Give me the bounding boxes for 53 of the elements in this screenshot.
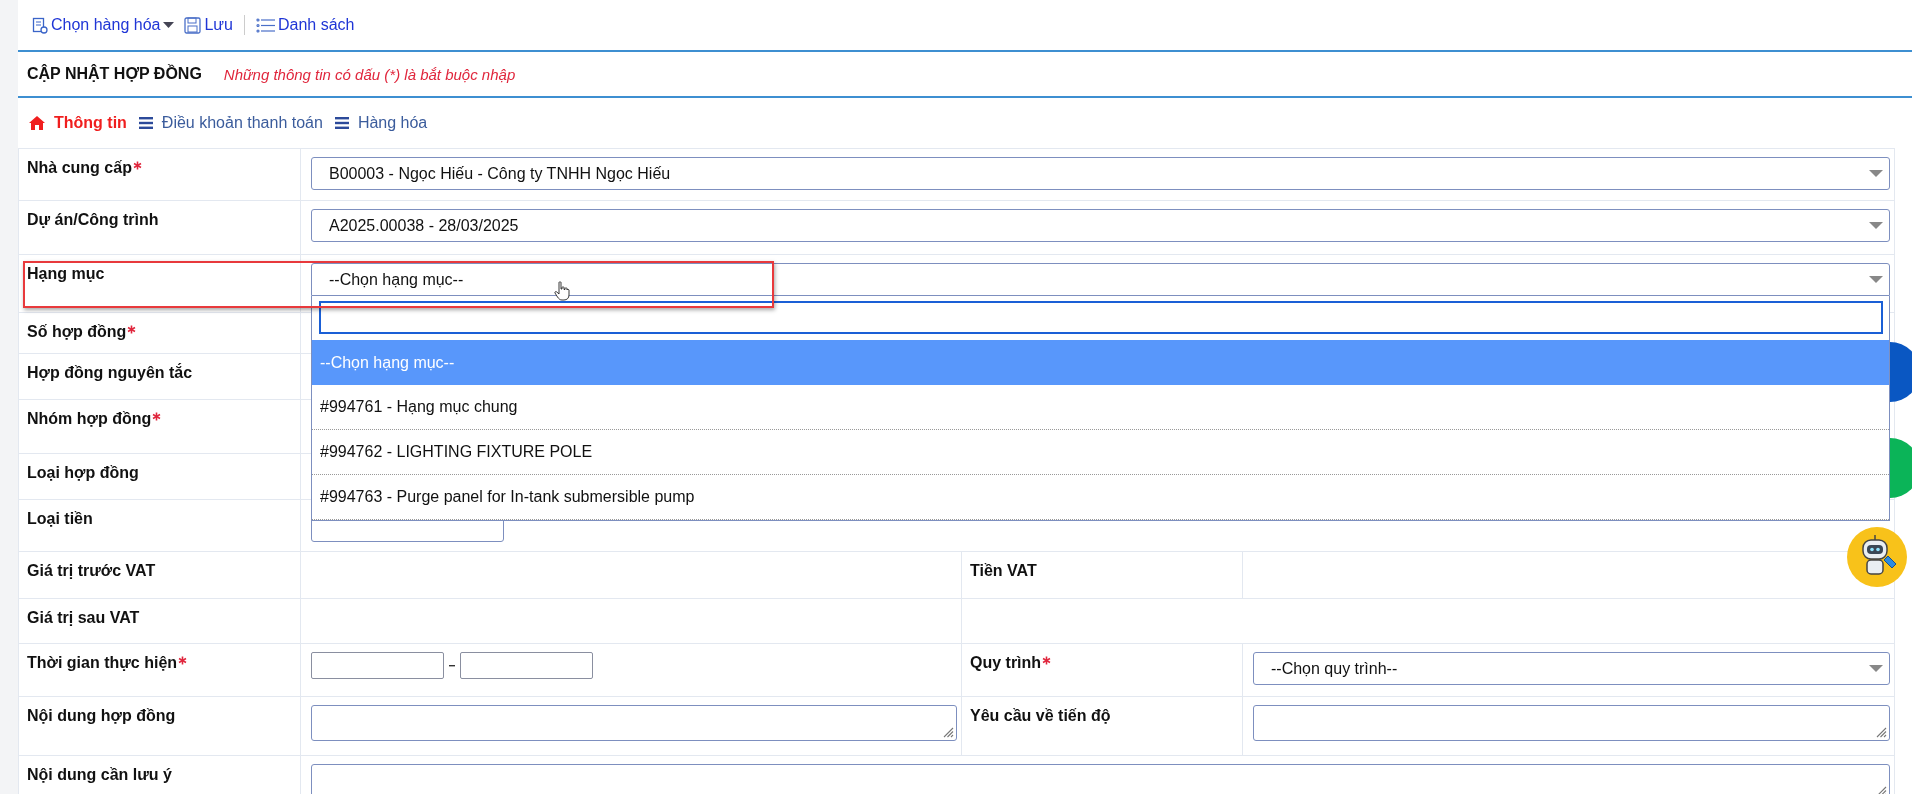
caret-icon <box>1869 169 1883 178</box>
field-label: Nhóm hợp đồng <box>27 410 152 428</box>
dropdown-option[interactable]: #994761 - Hạng mục chung <box>312 385 1889 430</box>
field-label: Loại tiền <box>27 510 93 528</box>
menu-dropdown[interactable]: Chọn hàng hóa <box>27 14 180 36</box>
tab[interactable]: Thông tin <box>23 114 133 132</box>
home-icon <box>29 116 45 130</box>
caret-icon <box>163 21 175 29</box>
save-button[interactable]: Lưu <box>179 14 238 36</box>
required-note: Những thông tin có dấu (*) là bắt buộc nhập <box>223 65 516 83</box>
caret-icon <box>1869 664 1883 673</box>
tab[interactable]: Điều khoản thanh toán <box>132 114 329 132</box>
menu-icon <box>334 117 349 129</box>
field-label: Nội dung cần lưu ý <box>27 766 172 784</box>
field-label: Giá trị trước VAT <box>27 562 156 580</box>
field-label: Quy trình <box>970 654 1042 672</box>
resize-grip-icon <box>1876 727 1887 738</box>
menu-icon <box>138 117 153 129</box>
field-label: Hạng mục <box>27 265 105 283</box>
text-area[interactable] <box>1253 705 1890 741</box>
date-field[interactable] <box>311 652 444 679</box>
caret-icon <box>1869 275 1883 284</box>
tab[interactable]: Hàng hóa <box>328 114 434 132</box>
text-area[interactable] <box>311 764 1890 794</box>
dropdown-option[interactable]: #994763 - Purge panel for In-tank submersible pump <box>312 475 1889 520</box>
list-icon <box>255 17 275 33</box>
text-area[interactable] <box>311 705 957 741</box>
field-label: Yêu cầu về tiến độ <box>970 707 1111 725</box>
select-field[interactable]: --Chọn quy trình-- <box>1253 652 1890 685</box>
field-label: Nội dung hợp đồng <box>27 707 176 725</box>
resize-grip-icon <box>943 727 954 738</box>
save-icon <box>184 16 202 34</box>
field-label: Nhà cung cấp <box>27 159 132 177</box>
form-title: CẬP NHẬT HỢP ĐỒNG <box>27 65 202 83</box>
document-gear-icon <box>32 16 48 34</box>
caret-icon <box>1869 221 1883 230</box>
field-label: Thời gian thực hiện <box>27 654 178 672</box>
select-field[interactable]: A2025.00038 - 28/03/2025 <box>311 209 1890 242</box>
field-label: Dự án/Công trình <box>27 211 159 229</box>
dropdown-option[interactable]: #994762 - LIGHTING FIXTURE POLE <box>312 430 1889 475</box>
select-field[interactable]: --Chọn hạng mục-- <box>311 263 1890 296</box>
field-label: Hợp đồng nguyên tắc <box>27 364 193 382</box>
field-label: Loại hợp đồng <box>27 464 139 482</box>
list-button[interactable]: Danh sách <box>250 14 360 36</box>
robot-assistant-icon[interactable] <box>1846 526 1908 588</box>
select-field[interactable]: B00003 - Ngọc Hiếu - Công ty TNHH Ngọc Hiếu <box>311 157 1890 190</box>
field-label: Số hợp đồng <box>27 323 127 341</box>
field-label: Tiền VAT <box>970 562 1037 580</box>
search-field[interactable] <box>319 301 1883 334</box>
field-label: Giá trị sau VAT <box>27 609 140 627</box>
date-field[interactable] <box>460 652 593 679</box>
dash-icon <box>449 664 455 667</box>
resize-grip-icon <box>1876 786 1887 794</box>
